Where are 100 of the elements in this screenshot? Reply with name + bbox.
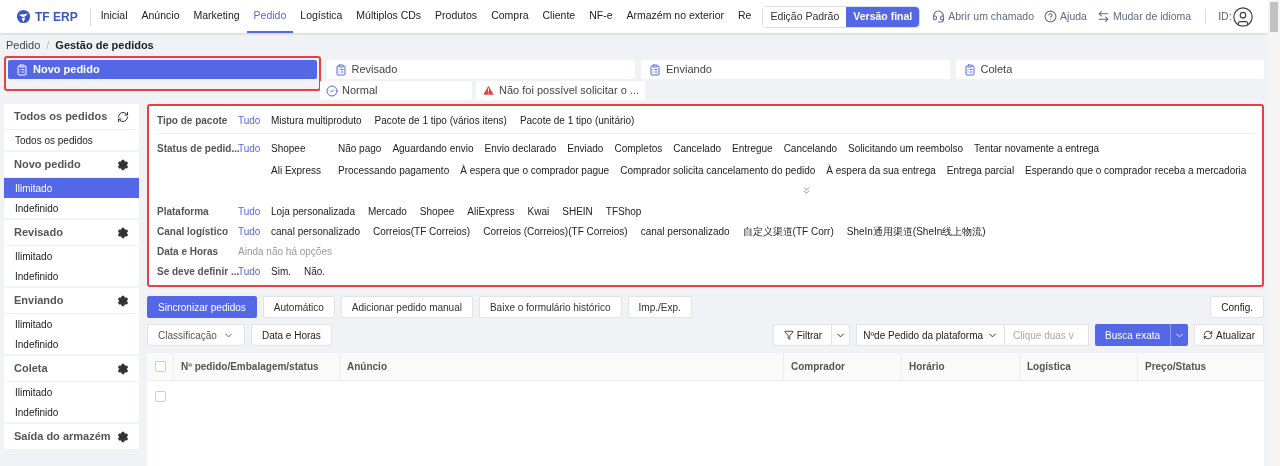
filter-option[interactable]: AliExpress [467, 204, 515, 219]
search-field[interactable]: Clique duas v [1005, 324, 1090, 346]
sidebar-item[interactable]: Indefinido [4, 334, 139, 354]
filter-option[interactable]: Loja personalizada [271, 204, 355, 219]
sidebar-group-header[interactable]: Novo pedido [4, 152, 139, 177]
sidebar-group-header[interactable]: Enviando [4, 288, 139, 313]
sidebar-item[interactable]: Indefinido [4, 198, 139, 218]
filter-option[interactable]: Esperando que o comprador receba a mercadoria [1025, 163, 1247, 178]
sidebar-group-header[interactable]: Revisado [4, 220, 139, 245]
filter-option[interactable]: TFShop [605, 204, 642, 219]
nav-tab[interactable]: Compra [484, 0, 536, 33]
filter-option[interactable]: canal personalizado [640, 224, 730, 239]
sidebar-item[interactable]: Indefinido [4, 402, 139, 422]
filter-option[interactable]: Completos [614, 141, 663, 156]
sidebar-item[interactable]: Todos os pedidos [4, 130, 139, 150]
filter-option[interactable]: SHEIN [562, 204, 593, 219]
nav-tab[interactable]: Pedido [246, 0, 294, 33]
filter-option[interactable]: Mistura multiproduto [271, 113, 362, 128]
breadcrumb-item: Gestão de pedidos [55, 37, 154, 53]
filter-option[interactable]: Processando pagamento [338, 163, 450, 178]
nav-tab[interactable]: Re [730, 0, 759, 33]
sidebar-item[interactable]: Ilimitado [4, 382, 139, 402]
filter-option[interactable]: Enviado [567, 141, 604, 156]
nav-tab[interactable]: Anúncio [134, 0, 187, 33]
refresh-button[interactable]: Atualizar [1194, 324, 1264, 346]
config-button[interactable]: Config. [1210, 296, 1264, 318]
filter-option[interactable]: Cancelando [783, 141, 837, 156]
column-header: Logística [1019, 353, 1137, 380]
nav-tab[interactable]: NF-e [582, 0, 620, 33]
header-link[interactable]: Mudar de idioma [1096, 8, 1192, 25]
sidebar-item[interactable]: Indefinido [4, 266, 139, 286]
filter-label: Status de pedid... [157, 142, 238, 156]
sort-dropdown[interactable]: Classificação [147, 324, 245, 346]
filter-option[interactable]: Correios(TF Correios) [372, 224, 471, 239]
user-id-label: ID: [1205, 8, 1232, 25]
filter-option[interactable]: À espera da sua entrega [826, 163, 936, 178]
sidebar-item[interactable]: Ilimitado [4, 178, 139, 198]
filter-option[interactable]: Solicitando um reembolso [848, 141, 964, 156]
filter-button[interactable]: Filtrar [772, 324, 851, 346]
breadcrumb-item[interactable]: Pedido [6, 36, 41, 54]
filter-option[interactable]: Pacote de 1 tipo (unitário) [519, 113, 635, 128]
nav-tab[interactable]: Múltiplos CDs [349, 0, 429, 33]
filter-option[interactable]: canal personalizado [271, 224, 360, 239]
nav-tab[interactable]: Logística [293, 0, 350, 33]
header-link[interactable]: Ajuda [1044, 8, 1087, 25]
column-header: Horário [901, 353, 1019, 380]
sidebar-item[interactable]: Ilimitado [4, 314, 139, 334]
filter-option[interactable]: Entregue [732, 141, 773, 156]
sidebar-item[interactable]: Ilimitado [4, 246, 139, 266]
filter-option[interactable]: Mercado [367, 204, 407, 219]
sidebar-group-header[interactable]: Todos os pedidos [4, 104, 139, 129]
filter-option[interactable]: Não. [304, 264, 326, 279]
breadcrumb-separator: / [46, 37, 50, 53]
search-type-dropdown[interactable]: Nºde Pedido da plataforma [856, 324, 1006, 346]
filter-option[interactable]: Tudo [238, 203, 271, 219]
filter-option[interactable]: Cancelado [673, 141, 722, 156]
action-button[interactable]: Baixe o formulário histórico [478, 296, 622, 318]
action-button[interactable]: Adicionar pedido manual [340, 296, 473, 318]
action-button[interactable]: Imp./Exp. [627, 296, 692, 318]
filter-label: Tipo de pacote [157, 114, 229, 128]
nav-tab[interactable]: Armazém no exterior [619, 0, 731, 33]
header-link[interactable]: Abrir um chamado [932, 8, 1035, 25]
filter-option[interactable]: SheIn通用渠道(SheIn线上物流) [846, 224, 986, 239]
filter-option[interactable]: Comprador solicita cancelamento do pedido [620, 163, 816, 178]
filter-option[interactable]: Aguardando envio [392, 141, 474, 156]
nav-tab[interactable]: Cliente [535, 0, 583, 33]
filter-option[interactable]: Pacote de 1 tipo (vários itens) [374, 113, 507, 128]
column-header: Comprador [783, 353, 901, 380]
filter-option[interactable]: Kwai [527, 204, 550, 219]
filter-option[interactable]: Sim. [271, 264, 291, 279]
step-tab[interactable]: Novo pedido [4, 56, 321, 91]
filter-option[interactable]: Não pago [338, 141, 382, 156]
filter-option[interactable]: Correios (Correios)(TF Correios) [483, 224, 628, 239]
filter-label: Plataforma [157, 205, 210, 219]
nav-tab[interactable]: Marketing [186, 0, 247, 33]
action-button[interactable]: Sincronizar pedidos [147, 296, 257, 318]
action-button[interactable]: Automático [262, 296, 335, 318]
filter-option[interactable]: Tudo [238, 263, 271, 279]
date-button[interactable]: Data e Horas [250, 324, 332, 346]
filter-option[interactable]: Shopee [419, 204, 455, 219]
nav-tab[interactable]: Inicial [93, 0, 135, 33]
exact-search-button[interactable]: Busca exata [1095, 324, 1189, 346]
sidebar-group-header[interactable]: Saída do armazém [4, 424, 139, 449]
nav-tab[interactable]: Produtos [428, 0, 485, 33]
filter-option[interactable]: 自定义渠道(TF Corr) [742, 224, 834, 239]
filter-option[interactable]: À espera que o comprador pague [460, 163, 610, 178]
filter-option[interactable]: Tudo [238, 140, 271, 156]
sidebar-group-header[interactable]: Coleta [4, 356, 139, 381]
empty-note: Ainda não há opções [238, 245, 332, 259]
platform-label: Ali Express [271, 164, 322, 178]
filter-option[interactable]: Tudo [238, 112, 271, 128]
column-header: Anúncio [339, 353, 783, 380]
filter-option[interactable]: Envio declarado [484, 141, 557, 156]
filter-option[interactable]: Tentar novamente a entrega [974, 141, 1100, 156]
substep-tab[interactable]: Não foi possível solicitar o ... [476, 81, 645, 100]
filter-option[interactable]: Entrega parcial [946, 163, 1015, 178]
substep-tab[interactable]: Normal [320, 81, 472, 100]
edition-toggle[interactable]: Versão final [846, 6, 920, 27]
filter-label: Canal logístico [157, 225, 230, 239]
filter-option[interactable]: Tudo [238, 223, 271, 239]
